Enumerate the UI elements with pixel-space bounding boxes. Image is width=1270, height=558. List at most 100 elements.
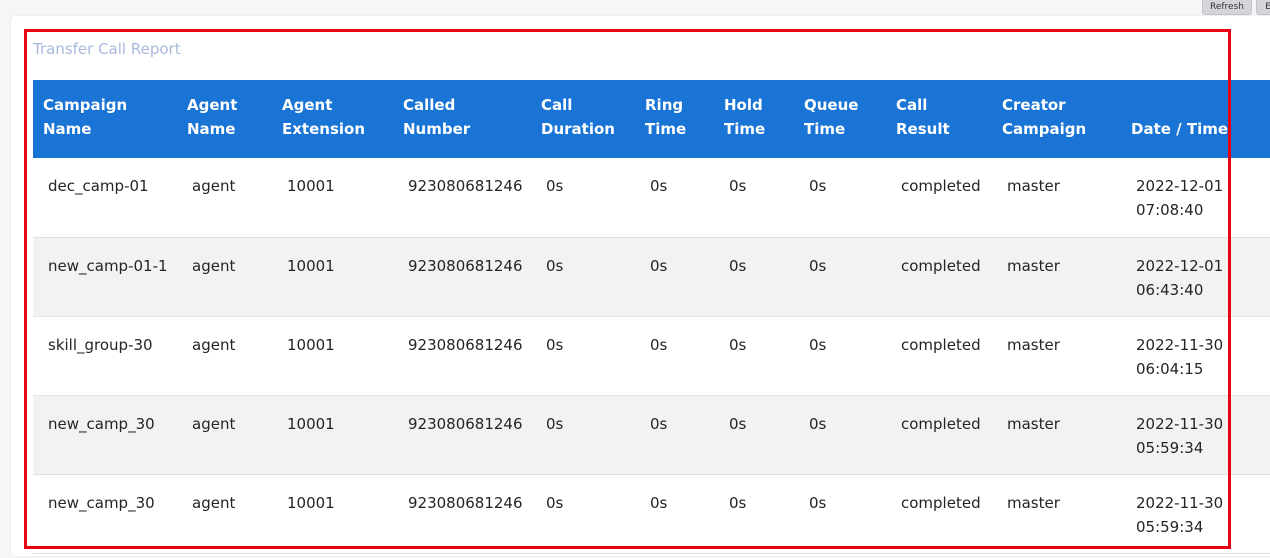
cell-called-number: 923080681246 [393,237,531,317]
column-header-hold-time[interactable]: Hold Time [714,80,794,158]
cell-campaign-name: new_camp_30 [33,395,177,475]
cell-time: 06:04:15 [1136,359,1204,378]
table-row[interactable]: new_camp_30 agent 10001 923080681246 0s 0s 0s 0… [33,474,1270,554]
table-row[interactable]: new_camp-01-1 agent 10001 923080681246 0s 0s 0… [33,237,1270,317]
cell-hold-time: 0s [714,395,794,475]
cell-date-time: 2022-11-30 06:04:15 [1121,316,1270,396]
cell-agent-name: agent [177,395,272,475]
column-header-creator-campaign[interactable]: Creator Campaign [992,80,1121,158]
column-header-label: Duration [541,120,615,138]
column-header-call-duration[interactable]: Call Duration [531,80,635,158]
table-row[interactable]: dec_camp-01 agent 10001 923080681246 0s 0s 0s 0… [33,158,1270,238]
column-header-label: Call [541,96,573,114]
cell-agent-extension: 10001 [272,237,393,317]
cell-agent-extension: 10001 [272,158,393,238]
column-header-campaign-name[interactable]: Campaign Name [33,80,177,158]
cell-creator-campaign: master [992,474,1121,554]
cell-ring-time: 0s [635,395,714,475]
cell-queue-time: 0s [794,395,886,475]
cell-creator-campaign: master [992,158,1121,238]
cell-call-duration: 0s [531,237,635,317]
cell-call-result: completed [886,158,992,238]
cell-call-result: completed [886,237,992,317]
column-header-queue-time[interactable]: Queue Time [794,80,886,158]
table-header: Campaign Name Agent Name Agent Extension Call… [33,80,1270,158]
cell-campaign-name: dec_camp-01 [33,158,177,238]
cell-ring-time: 0s [635,474,714,554]
transfer-call-table: Campaign Name Agent Name Agent Extension Call… [33,80,1270,554]
cell-date: 2022-11-30 [1136,493,1224,512]
column-header-label: Agent [187,96,238,114]
cell-ring-time: 0s [635,237,714,317]
cell-campaign-name: skill_group-30 [33,316,177,396]
column-header-label: Name [187,120,236,138]
column-header-label: Campaign Name [43,96,128,138]
cell-date-time: 2022-12-01 07:08:40 [1121,158,1270,238]
cell-date: 2022-11-30 [1136,335,1224,354]
table-row[interactable]: skill_group-30 agent 10001 923080681246 0s 0s… [33,316,1270,396]
column-header-date-time[interactable]: Date / Time [1121,80,1270,158]
column-header-agent-extension[interactable]: Agent Extension [272,80,393,158]
page: Refresh E Transfer Call Report Campaign … [0,0,1270,558]
cell-call-result: completed [886,395,992,475]
cell-queue-time: 0s [794,237,886,317]
column-header-label: Time [645,120,687,138]
column-header-label: Time [724,120,766,138]
cell-called-number: 923080681246 [393,158,531,238]
cell-time: 05:59:34 [1136,517,1204,536]
cell-agent-name: agent [177,158,272,238]
cell-queue-time: 0s [794,474,886,554]
report-title: Transfer Call Report [33,40,181,58]
column-header-label: Ring [645,96,684,114]
cell-agent-name: agent [177,316,272,396]
cell-ring-time: 0s [635,158,714,238]
cell-campaign-name: new_camp_30 [33,474,177,554]
cell-hold-time: 0s [714,158,794,238]
cell-call-duration: 0s [531,158,635,238]
column-header-called-number[interactable]: Called Number [393,80,531,158]
export-button[interactable]: E [1256,0,1270,15]
cell-agent-name: agent [177,237,272,317]
column-header-agent-name[interactable]: Agent Name [177,80,272,158]
column-header-call-result[interactable]: Call Result [886,80,992,158]
table-row[interactable]: new_camp_30 agent 10001 923080681246 0s 0s 0s 0… [33,395,1270,475]
cell-date-time: 2022-11-30 05:59:34 [1121,474,1270,554]
cell-date-time: 2022-12-01 06:43:40 [1121,237,1270,317]
cell-call-duration: 0s [531,395,635,475]
cell-call-duration: 0s [531,316,635,396]
cell-queue-time: 0s [794,158,886,238]
cell-campaign-name: new_camp-01-1 [33,237,177,317]
cell-creator-campaign: master [992,237,1121,317]
column-header-ring-time[interactable]: Ring Time [635,80,714,158]
cell-hold-time: 0s [714,474,794,554]
cell-time: 05:59:34 [1136,438,1204,457]
cell-call-result: completed [886,316,992,396]
cell-called-number: 923080681246 [393,395,531,475]
refresh-button[interactable]: Refresh [1202,0,1252,15]
cell-agent-extension: 10001 [272,474,393,554]
top-toolbar: Refresh E [1202,0,1270,16]
table-body: dec_camp-01 agent 10001 923080681246 0s 0s 0s 0… [33,158,1270,554]
cell-hold-time: 0s [714,316,794,396]
cell-hold-time: 0s [714,237,794,317]
cell-agent-extension: 10001 [272,395,393,475]
cell-creator-campaign: master [992,316,1121,396]
cell-call-result: completed [886,474,992,554]
report-table-container[interactable]: Campaign Name Agent Name Agent Extension Call… [33,80,1270,554]
cell-called-number: 923080681246 [393,474,531,554]
cell-call-duration: 0s [531,474,635,554]
cell-called-number: 923080681246 [393,316,531,396]
column-header-label: Call Result [896,96,950,138]
cell-date: 2022-11-30 [1136,414,1224,433]
column-header-label: Date / Time [1131,120,1229,138]
column-header-label: Called Number [403,96,471,138]
table-header-row: Campaign Name Agent Name Agent Extension Call… [33,80,1270,158]
cell-date: 2022-12-01 [1136,177,1224,195]
column-header-label: Extension [282,120,365,138]
column-header-label: Creator [1002,96,1066,114]
cell-time: 07:08:40 [1136,201,1204,219]
column-header-label: Time [804,120,846,138]
cell-date: 2022-12-01 [1136,256,1224,275]
column-header-label: Hold [724,96,763,114]
cell-ring-time: 0s [635,316,714,396]
